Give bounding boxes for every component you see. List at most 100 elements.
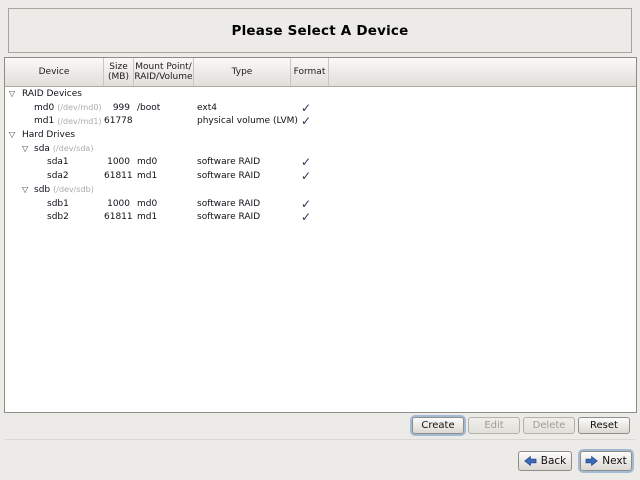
type-cell: software RAID [194,171,291,181]
size-cell: 61811 [104,212,134,222]
table-header: DeviceSize(MB)Mount Point/RAID/VolumeTyp… [5,58,636,87]
device-cell: sdb2 [5,210,104,224]
edit-button[interactable]: Edit [468,417,520,434]
format-cell[interactable]: ✓ [291,169,329,183]
delete-button-label: Delete [533,420,566,431]
device-path: (/dev/md0) [57,103,101,112]
column-header-label: (MB) [108,72,129,82]
device-name: Hard Drives [22,130,75,140]
format-checkmark-icon: ✓ [301,101,311,115]
reset-button-label: Reset [590,420,618,431]
format-cell[interactable]: ✓ [291,210,329,224]
expander-icon[interactable]: ▽ [22,183,28,197]
page-title: Please Select A Device [232,23,409,39]
back-button-label: Back [541,455,567,467]
device-table: DeviceSize(MB)Mount Point/RAID/VolumeTyp… [4,57,637,413]
device-cell: md1 (/dev/md1) [5,114,104,128]
device-name: RAID Devices [22,89,82,99]
device-name: sda2 [47,171,69,181]
table-row[interactable]: sdb2 61811 md1 software RAID ✓ [5,210,636,224]
format-cell[interactable]: ✓ [291,114,329,128]
device-name: sdb2 [47,212,69,222]
device-cell: sda2 [5,169,104,183]
table-row[interactable]: ▽ sda (/dev/sda) [5,142,636,156]
edit-button-label: Edit [484,420,503,431]
column-header-filler [329,58,636,86]
size-cell: 61778 [104,116,134,126]
size-cell: 1000 [104,157,134,167]
size-cell: 999 [104,103,134,113]
device-name: sdb1 [47,199,69,209]
column-header-device[interactable]: Device [5,58,104,86]
size-cell: 1000 [104,199,134,209]
column-header-label: RAID/Volume [134,72,192,82]
type-cell: software RAID [194,212,291,222]
arrow-right-icon [585,456,598,466]
device-name: md1 [34,116,54,126]
device-cell: sdb1 [5,197,104,211]
column-header-label: Device [39,67,70,77]
table-row[interactable]: ▽ Hard Drives [5,128,636,142]
format-checkmark-icon: ✓ [301,155,311,169]
type-cell: ext4 [194,103,291,113]
format-cell[interactable]: ✓ [291,155,329,169]
expander-icon[interactable]: ▽ [22,142,28,156]
device-path: (/dev/sdb) [53,185,94,194]
table-row[interactable]: ▽ RAID Devices [5,87,636,101]
expander-icon[interactable]: ▽ [9,128,15,142]
type-cell: software RAID [194,157,291,167]
column-header-type[interactable]: Type [194,58,291,86]
column-header-label: Mount Point/ [135,62,191,72]
device-path: (/dev/sda) [53,144,94,153]
column-header-size[interactable]: Size(MB) [104,58,134,86]
device-cell: ▽ sdb (/dev/sdb) [5,183,104,197]
create-button-label: Create [421,420,454,431]
format-checkmark-icon: ✓ [301,197,311,211]
column-header-label: Size [109,62,127,72]
table-body: ▽ RAID Devices md0 (/dev/md0) 999 /boot … [5,87,636,412]
format-cell[interactable]: ✓ [291,197,329,211]
type-cell: physical volume (LVM) [194,116,291,126]
column-header-mount[interactable]: Mount Point/RAID/Volume [134,58,194,86]
mount-cell: md0 [134,199,194,209]
device-cell: md0 (/dev/md0) [5,101,104,115]
reset-button[interactable]: Reset [578,417,630,434]
column-header-label: Format [294,67,326,77]
format-checkmark-icon: ✓ [301,114,311,128]
column-header-format[interactable]: Format [291,58,329,86]
mount-cell: md1 [134,171,194,181]
delete-button[interactable]: Delete [523,417,575,434]
mount-cell: /boot [134,103,194,113]
type-cell: software RAID [194,199,291,209]
device-name: md0 [34,103,54,113]
title-frame: Please Select A Device [8,8,632,53]
format-checkmark-icon: ✓ [301,169,311,183]
expander-icon[interactable]: ▽ [9,87,15,101]
device-cell: ▽ RAID Devices [5,87,104,101]
mount-cell: md0 [134,157,194,167]
format-cell[interactable]: ✓ [291,101,329,115]
device-name: sdb [34,185,50,195]
next-button[interactable]: Next [580,451,632,471]
mount-cell: md1 [134,212,194,222]
column-header-label: Type [232,67,253,77]
arrow-left-icon [524,456,537,466]
separator-line [5,439,635,440]
create-button[interactable]: Create [412,417,464,434]
device-path: (/dev/md1) [57,117,101,126]
format-checkmark-icon: ✓ [301,210,311,224]
back-button[interactable]: Back [518,451,572,471]
device-name: sda [34,144,50,154]
table-row[interactable]: ▽ sdb (/dev/sdb) [5,183,636,197]
size-cell: 61811 [104,171,134,181]
table-row[interactable]: sda1 1000 md0 software RAID ✓ [5,155,636,169]
table-row[interactable]: sda2 61811 md1 software RAID ✓ [5,169,636,183]
device-cell: ▽ sda (/dev/sda) [5,142,104,156]
device-name: sda1 [47,157,69,167]
table-row[interactable]: md1 (/dev/md1) 61778 physical volume (LV… [5,114,636,128]
device-cell: sda1 [5,155,104,169]
next-button-label: Next [602,455,626,467]
table-row[interactable]: sdb1 1000 md0 software RAID ✓ [5,197,636,211]
device-cell: ▽ Hard Drives [5,128,104,142]
table-row[interactable]: md0 (/dev/md0) 999 /boot ext4 ✓ [5,101,636,115]
